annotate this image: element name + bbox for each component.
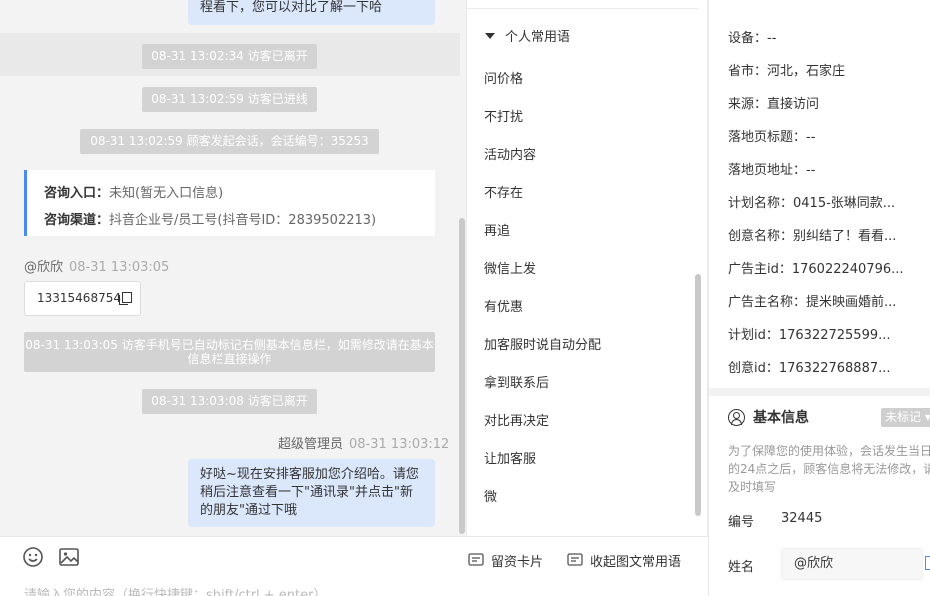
caret-down-icon (485, 32, 495, 39)
edit-icon[interactable] (925, 556, 930, 570)
system-message-entered: 08-31 13:02:59 访客已进线 (142, 87, 317, 112)
emoji-icon[interactable] (22, 546, 44, 568)
source-device: 设备：-- (728, 31, 777, 46)
phrase-item[interactable]: 微信上发 (484, 258, 536, 277)
consult-channel-label: 咨询渠道： (44, 213, 110, 228)
customer-name-label: 姓名 (728, 560, 755, 575)
collapse-phrases-button[interactable]: 收起图文常用语 (567, 551, 681, 570)
source-landing-url: 落地页地址：-- (728, 163, 816, 178)
system-message-left-2: 08-31 13:03:08 访客已离开 (142, 389, 317, 414)
source-landing-title: 落地页标题：-- (728, 130, 816, 145)
customer-id-label: 编号 (728, 515, 755, 530)
admin-message-time: 08-31 13:03:12 (349, 437, 450, 452)
system-message-phone-note: 08-31 13:03:05 访客手机号已自动标记右侧基本信息栏，如需修改请在基… (24, 332, 435, 372)
message-card-icon (567, 553, 583, 566)
phone-number: 13315468754 (37, 291, 121, 305)
collapse-phrases-label: 收起图文常用语 (590, 555, 682, 570)
consult-channel-line: 咨询渠道：抖音企业号/员工号(抖音号ID：2839502213) (44, 207, 435, 234)
source-advertiser-id: 广告主id：176022240796... (728, 262, 904, 277)
admin-name: 超级管理员 (278, 437, 344, 452)
phrase-item[interactable]: 再追 (484, 220, 510, 239)
phrase-item[interactable]: 不打扰 (484, 106, 523, 125)
phrases-group-title: 个人常用语 (505, 30, 571, 45)
phrase-item[interactable]: 加客服时说自动分配 (484, 334, 601, 353)
visitor-sender: @欣欣 08-31 13:03:05 (24, 256, 169, 275)
customer-id-value: 32445 (781, 511, 823, 526)
chat-scrollbar[interactable] (459, 218, 465, 534)
consult-entry-line: 咨询入口：未知(暂无入口信息) (44, 180, 435, 207)
phrases-group-toggle[interactable]: 个人常用语 (485, 26, 570, 45)
customer-info-panel: 设备：-- 省市：河北，石家庄 来源：直接访问 落地页标题：-- 落地页地址：-… (708, 0, 930, 596)
chat-messages-panel[interactable]: 程看下，您可以对比了解一下哈 08-31 13:02:34 访客已离开 08-3… (0, 0, 466, 536)
chat-workspace: 程看下，您可以对比了解一下哈 08-31 13:02:34 访客已离开 08-3… (0, 0, 930, 596)
source-advertiser-name: 广告主名称：提米映画婚前... (728, 295, 897, 310)
message-input-placeholder[interactable]: 请输入您的内容（换行快捷键：shift/ctrl + enter） (24, 584, 327, 596)
phrase-item[interactable]: 活动内容 (484, 144, 536, 163)
tag-status-label: 未标记 (885, 410, 922, 424)
phrases-scrollbar[interactable] (695, 274, 701, 516)
common-phrases-panel: 个人常用语 问价格 不打扰 活动内容 不存在 再追 微信上发 有优惠 加客服时说… (466, 0, 708, 536)
agent-reply-bubble: 好哒~现在安排客服加您介绍哈。请您稍后注意查看一下"通讯录"并点击"新的朋友"通… (188, 459, 435, 527)
message-input-area[interactable]: 请输入您的内容（换行快捷键：shift/ctrl + enter） 留资卡片 收… (0, 536, 708, 596)
source-plan-id: 计划id：176322725599... (728, 328, 891, 343)
source-creative-name: 创意名称：别纠结了！看看... (728, 229, 897, 244)
image-icon[interactable] (58, 546, 80, 568)
phrase-item[interactable]: 问价格 (484, 68, 523, 87)
edit-deadline-notice: 为了保障您的使用体验，会话发生当日的24点之后，顾客信息将无法修改，请及时填写 (728, 444, 930, 494)
basic-info-header: 基本信息 (728, 407, 809, 427)
source-origin: 来源：直接访问 (728, 97, 820, 112)
visitor-name: @欣欣 (24, 260, 64, 275)
system-message-session: 08-31 13:02:59 顾客发起会话，会话编号：35253 (80, 129, 379, 154)
phrase-item[interactable]: 微 (484, 486, 497, 505)
source-plan-name: 计划名称：0415-张琳同款... (728, 196, 896, 211)
divider (709, 388, 930, 396)
customer-name-input[interactable]: @欣欣 (781, 548, 923, 580)
consult-channel-value: 抖音企业号/员工号(抖音号ID：2839502213) (109, 213, 377, 228)
system-message-left: 08-31 13:02:34 访客已离开 (142, 44, 317, 69)
phrase-item[interactable]: 对比再决定 (484, 410, 549, 429)
phone-message[interactable]: 13315468754 (24, 281, 141, 316)
phrase-item[interactable]: 拿到联系后 (484, 372, 549, 391)
source-info-section: 设备：-- 省市：河北，石家庄 来源：直接访问 落地页标题：-- 落地页地址：-… (709, 0, 930, 388)
copy-icon[interactable] (118, 292, 132, 305)
message-card-icon (468, 553, 484, 566)
leave-card-button[interactable]: 留资卡片 (468, 551, 543, 570)
consult-entry-value: 未知(暂无入口信息) (109, 186, 224, 201)
basic-info-title: 基本信息 (753, 410, 809, 426)
leave-card-label: 留资卡片 (491, 555, 544, 570)
source-creative-id: 创意id：176322768887... (728, 361, 891, 376)
user-icon (728, 408, 745, 426)
phrase-item[interactable]: 不存在 (484, 182, 523, 201)
phrase-item[interactable]: 有优惠 (484, 296, 523, 315)
source-city: 省市：河北，石家庄 (728, 64, 846, 79)
divider (467, 8, 699, 9)
visitor-message-time: 08-31 13:03:05 (69, 260, 170, 275)
consult-entry-label: 咨询入口： (44, 186, 110, 201)
admin-sender: 超级管理员 08-31 13:03:12 (278, 433, 449, 452)
phrase-item[interactable]: 让加客服 (484, 448, 536, 467)
agent-message-bubble: 程看下，您可以对比了解一下哈 (188, 0, 435, 25)
consult-source-card: 咨询入口：未知(暂无入口信息) 咨询渠道：抖音企业号/员工号(抖音号ID：283… (24, 170, 435, 236)
tag-status-badge[interactable]: 未标记 ▾ (881, 408, 930, 427)
